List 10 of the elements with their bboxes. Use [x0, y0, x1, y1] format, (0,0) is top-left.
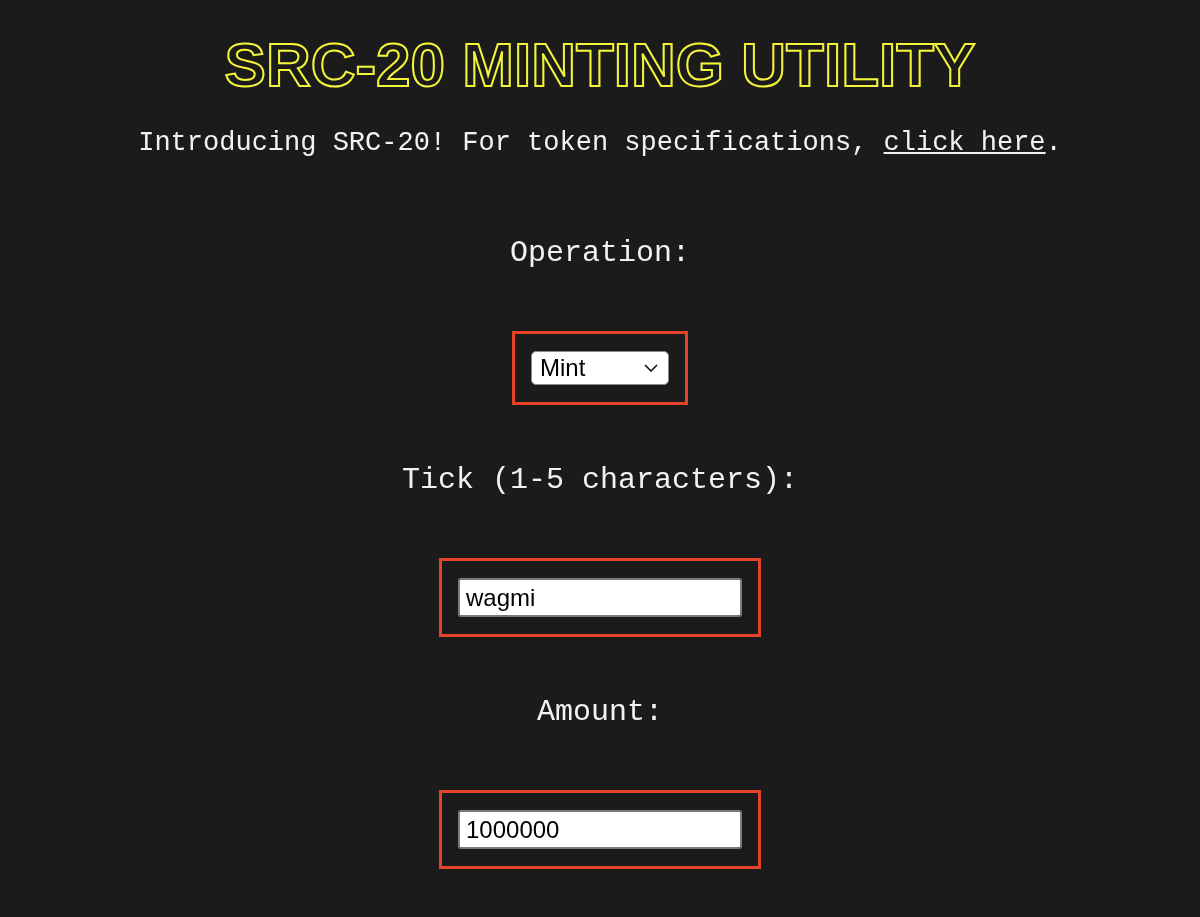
- intro-text: Introducing SRC-20! For token specifications, click here.: [138, 127, 1062, 160]
- chevron-down-icon: [644, 364, 658, 372]
- text-input[interactable]: wagmi: [458, 578, 742, 617]
- field-label: Tick (1-5 characters):: [401, 462, 799, 498]
- spec-link[interactable]: click here: [883, 128, 1046, 158]
- field-label: Operation:: [510, 235, 690, 271]
- text-input[interactable]: 1000000: [458, 810, 742, 849]
- page-title: SRC-20 MINTING UTILITY: [224, 30, 976, 100]
- field-label: Amount:: [537, 694, 663, 730]
- dropdown-select[interactable]: Mint: [531, 351, 669, 385]
